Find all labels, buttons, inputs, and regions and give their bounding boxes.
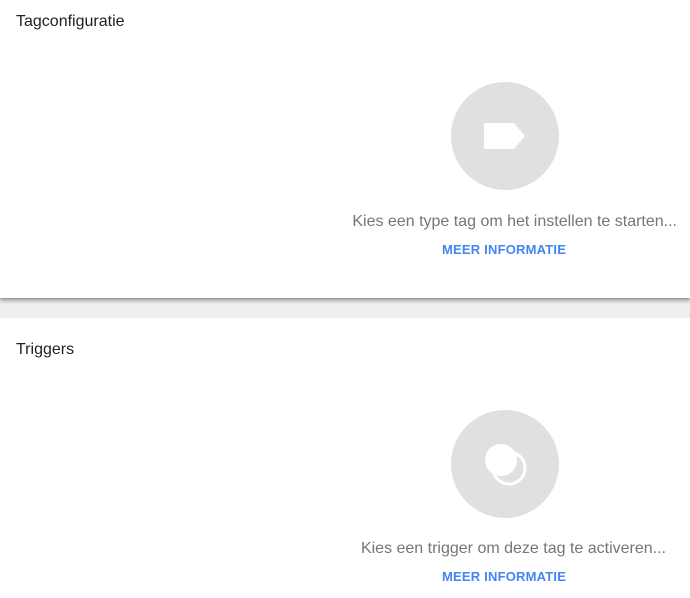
triggers-card[interactable]: Triggers Kies een trigger om deze tag te… bbox=[0, 318, 690, 598]
trigger-more-info-link[interactable]: MEER INFORMATIE bbox=[442, 569, 566, 585]
tag-more-info-link[interactable]: MEER INFORMATIE bbox=[442, 242, 566, 258]
trigger-placeholder[interactable] bbox=[451, 410, 559, 518]
tag-icon bbox=[484, 123, 525, 149]
triggers-title: Triggers bbox=[16, 341, 75, 358]
tag-configuration-card[interactable]: Tagconfiguratie Kies een type tag om het… bbox=[0, 0, 690, 298]
trigger-prompt[interactable]: Kies een trigger om deze tag te activere… bbox=[361, 539, 666, 559]
tag-type-placeholder[interactable] bbox=[451, 82, 559, 190]
tag-configuration-title: Tagconfiguratie bbox=[16, 13, 125, 30]
tag-type-prompt[interactable]: Kies een type tag om het instellen te st… bbox=[352, 212, 677, 232]
trigger-circles-icon bbox=[485, 444, 527, 486]
